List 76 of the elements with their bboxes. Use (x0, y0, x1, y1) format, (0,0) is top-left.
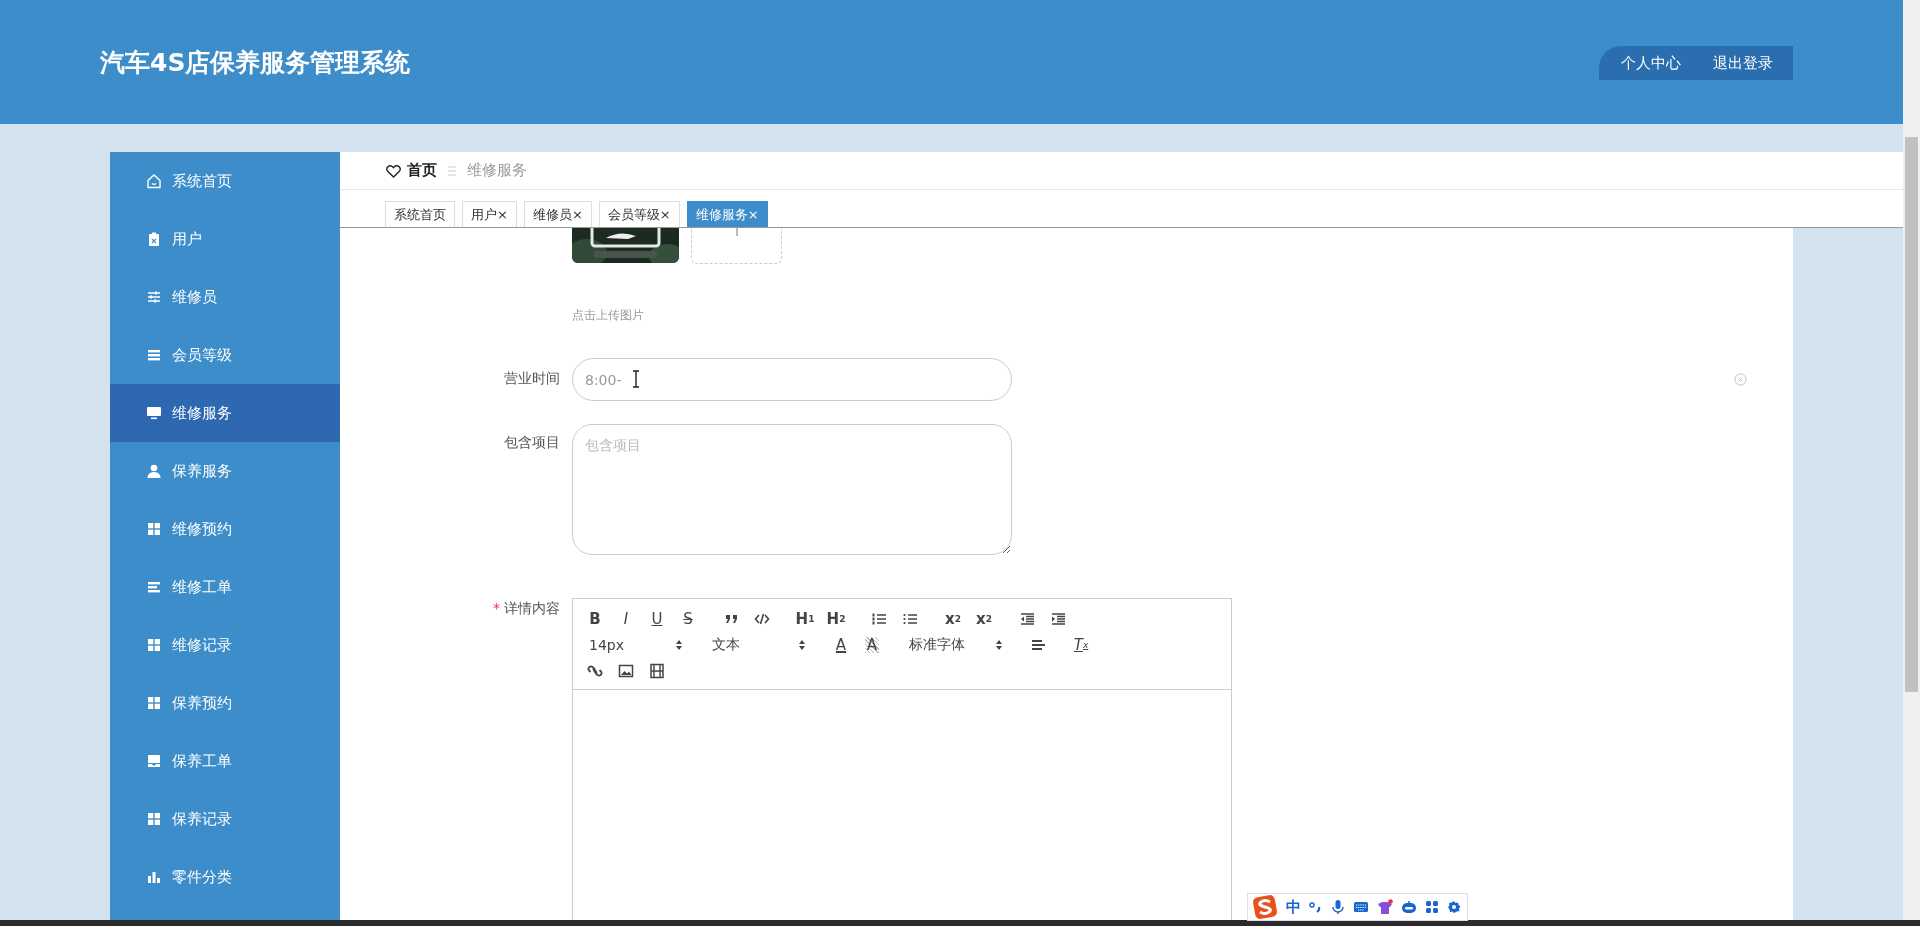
text-area[interactable]: 包含项目 (572, 424, 1012, 555)
text-cursor-icon (632, 370, 640, 388)
toolbar-button[interactable]: I (612, 607, 640, 631)
link-icon (587, 663, 603, 679)
text-color-button[interactable]: A (827, 633, 855, 657)
sidebar-item[interactable]: 维修工单 (110, 558, 340, 616)
sidebar-item[interactable]: 维修记录 (110, 616, 340, 674)
toolbar-button[interactable]: x$^{2}$ (970, 607, 998, 631)
sidebar-item[interactable]: 系统首页 (110, 152, 340, 210)
image-icon (618, 663, 634, 679)
toolbar-button[interactable]: U (643, 607, 671, 631)
clear-icon (1734, 373, 1747, 386)
tab[interactable]: 系统首页 (385, 201, 455, 227)
sidebar-item[interactable]: 保养服务 (110, 442, 340, 500)
sidebar-item[interactable]: 维修员 (110, 268, 340, 326)
microphone-icon (1331, 899, 1345, 915)
sidebar-item[interactable]: 维修服务 (110, 384, 340, 442)
input-mode[interactable]: 中 (1286, 897, 1301, 917)
sort-icon (675, 639, 683, 651)
field-label: 包含项目 (504, 434, 560, 450)
scrollbar[interactable] (1903, 0, 1920, 920)
numbered-list-icon (871, 611, 887, 627)
toolbar-button[interactable]: S (674, 607, 702, 631)
header-link[interactable]: 个人中心 (1621, 53, 1681, 73)
bullet-list-icon (902, 611, 918, 627)
toolbar-select[interactable]: 文本 (704, 633, 812, 657)
clipboard-icon (146, 231, 162, 247)
sort-icon (995, 639, 1003, 651)
sidebar-item[interactable]: 用户 (110, 210, 340, 268)
align-left-icon (1030, 637, 1046, 653)
shirt-icon (1377, 899, 1393, 915)
sidebar-item[interactable]: 保养工单 (110, 732, 340, 790)
robot-icon (1401, 900, 1417, 914)
toolbar-select[interactable]: 标准字体 (901, 633, 1009, 657)
app-title: 汽车4S店保养服务管理系统 (100, 46, 412, 79)
keyboard-icon (1353, 900, 1369, 914)
tab[interactable]: 维修员× (523, 201, 592, 227)
tab[interactable]: 会员等级× (598, 201, 680, 227)
list-icon (146, 347, 162, 363)
grid-icon (146, 521, 162, 537)
film-icon (649, 663, 665, 679)
indent-icon (1050, 611, 1066, 627)
toolbar-button[interactable]: B (581, 607, 609, 631)
sidebar-item[interactable]: 保养记录 (110, 790, 340, 848)
monitor-icon (146, 405, 162, 421)
list-icon (146, 579, 162, 595)
sort-icon (798, 639, 806, 651)
field-label: * 详情内容 (493, 600, 560, 616)
settings-icon (1447, 900, 1461, 914)
apps-icon (1425, 900, 1439, 914)
scrollbar-thumb[interactable] (1905, 137, 1918, 692)
tab[interactable]: 维修服务× (686, 201, 768, 227)
outdent-icon (1019, 611, 1035, 627)
sidebar-item[interactable]: 会员等级 (110, 326, 340, 384)
grid-icon (146, 811, 162, 827)
bar-chart-icon (146, 869, 162, 885)
grid-icon (146, 695, 162, 711)
field-label: 营业时间 (504, 370, 560, 386)
heart-icon (386, 163, 401, 178)
tray-icon (146, 753, 162, 769)
breadcrumb-link[interactable]: 首页 (407, 161, 437, 180)
sidebar-item[interactable]: 零件分类 (110, 848, 340, 906)
plus-icon (735, 228, 738, 236)
upload-hint: 点击上传图片 (571, 307, 645, 323)
grid-icon (146, 637, 162, 653)
tab[interactable]: 用户× (462, 201, 517, 227)
code-icon (754, 611, 770, 627)
separator-icon (447, 164, 457, 177)
header-link[interactable]: 退出登录 (1713, 53, 1773, 73)
home-icon (146, 173, 162, 189)
punctuation-icon (1309, 900, 1323, 914)
sidebar-item[interactable]: 维修预约 (110, 500, 340, 558)
sidebar-item[interactable]: 保养预约 (110, 674, 340, 732)
toolbar-select[interactable]: 14px (581, 633, 689, 657)
person-icon (146, 463, 162, 479)
sliders-icon (146, 289, 162, 305)
